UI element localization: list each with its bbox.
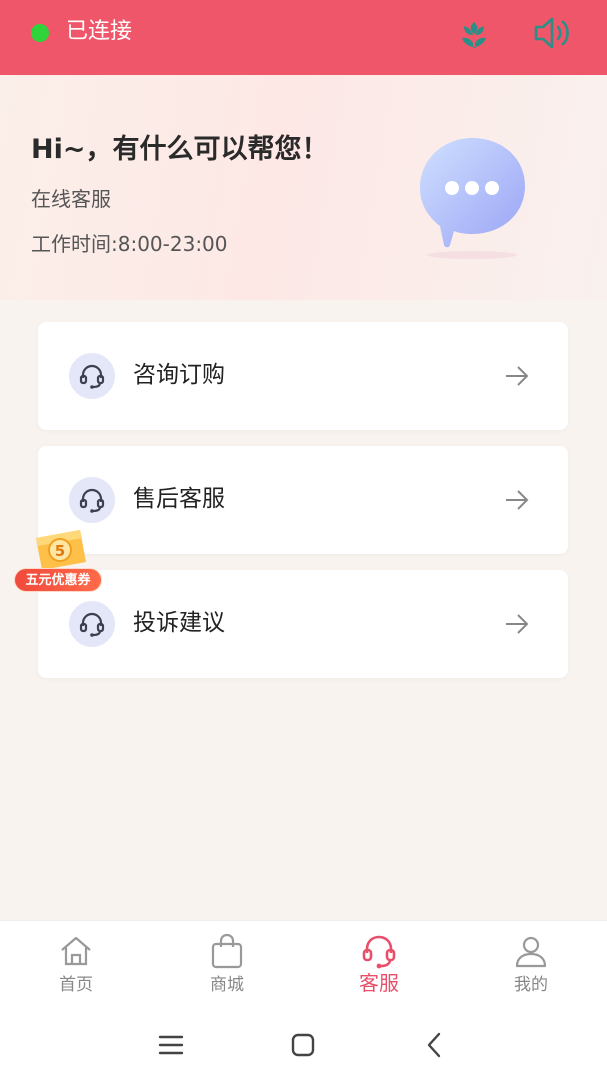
- menu-card-label: 售后客服: [133, 486, 225, 512]
- arrow-right-icon: [506, 614, 529, 634]
- gift-box-icon: 5: [36, 530, 86, 570]
- headset-icon: [69, 477, 115, 523]
- service-subtitle: 在线客服: [31, 187, 111, 211]
- connection-status-dot: [31, 24, 49, 42]
- system-navigation-bar: [0, 1010, 607, 1080]
- tab-label: 我的: [514, 975, 548, 995]
- greeting-title: Hi~，有什么可以帮您！: [31, 134, 329, 165]
- coupon-float-button[interactable]: 5 五元优惠券: [14, 520, 104, 594]
- headset-icon: [69, 601, 115, 647]
- menu-icon[interactable]: [156, 1030, 186, 1060]
- arrow-right-icon: [506, 366, 529, 386]
- coupon-label: 五元优惠券: [14, 568, 102, 592]
- tab-label: 首页: [59, 975, 93, 995]
- headset-icon: [69, 353, 115, 399]
- bottom-tab-bar: 首页 商城 客服 我的: [0, 920, 607, 1010]
- back-icon[interactable]: [420, 1030, 450, 1060]
- tab-mine[interactable]: 我的: [481, 921, 581, 1011]
- tab-label: 客服: [359, 971, 399, 995]
- speaker-icon[interactable]: [532, 14, 574, 52]
- tab-mall[interactable]: 商城: [177, 921, 277, 1011]
- menu-card-label: 咨询订购: [133, 362, 225, 388]
- working-hours: 工作时间:8:00-23:00: [31, 232, 228, 256]
- headset-icon: [362, 935, 396, 969]
- user-icon: [515, 936, 547, 968]
- home-square-icon[interactable]: [288, 1030, 318, 1060]
- connection-status-label: 已连接: [66, 19, 133, 44]
- coupon-badge-number: 5: [55, 542, 65, 560]
- arrow-right-icon: [506, 490, 529, 510]
- menu-card-consult[interactable]: 咨询订购: [38, 322, 568, 430]
- tab-customer-service[interactable]: 客服: [329, 921, 429, 1011]
- flower-icon[interactable]: [456, 16, 492, 52]
- menu-card-label: 投诉建议: [133, 610, 225, 636]
- home-icon: [61, 936, 91, 966]
- status-bar: 已连接: [0, 0, 607, 75]
- tab-label: 商城: [210, 975, 244, 995]
- menu-card-complaint[interactable]: 投诉建议: [38, 570, 568, 678]
- chat-bubble-icon: [420, 138, 525, 259]
- tab-home[interactable]: 首页: [26, 921, 126, 1011]
- menu-card-aftersales[interactable]: 售后客服: [38, 446, 568, 554]
- shopping-bag-icon: [211, 933, 243, 969]
